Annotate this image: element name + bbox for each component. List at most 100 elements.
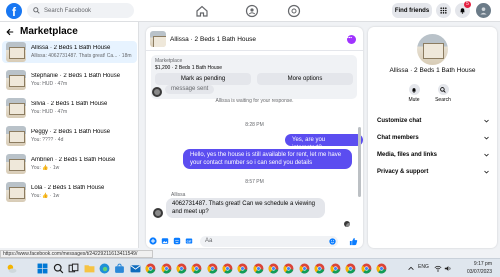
search-icon[interactable] <box>53 263 64 274</box>
chevron-down-icon <box>484 136 489 140</box>
conversation-item[interactable]: Allissa · 2 Beds 1 Bath House Allissa: 4… <box>2 41 137 63</box>
conversation-item[interactable]: Silvia · 2 Beds 1 Bath House You: HUD · … <box>2 97 137 119</box>
scrollbar[interactable] <box>358 127 361 197</box>
read-receipt-avatar <box>344 221 350 227</box>
language-indicator[interactable]: ENG <box>418 264 429 270</box>
chrome-icon[interactable] <box>361 263 372 274</box>
listing-thumbnail <box>6 42 26 62</box>
task-view-icon[interactable] <box>68 263 79 274</box>
message-bubble-incoming: 4062731487. Thats great! Can we schedule… <box>166 198 325 218</box>
gif-icon[interactable]: GIF <box>185 237 193 245</box>
timestamp: 8:57 PM <box>245 179 264 185</box>
conversation-preview: Allissa: 4062731487. Thats great! Ca... … <box>31 53 132 59</box>
conversation-item[interactable]: Stephanie · 2 Beds 1 Bath House You: HUD… <box>2 69 137 91</box>
sticker-icon[interactable] <box>173 237 181 245</box>
section-label: Privacy & support <box>377 169 429 175</box>
search-icon <box>33 7 40 14</box>
windows-taskbar: ENG 9:17 pm 03/07/2023 <box>0 258 500 277</box>
message-input[interactable]: Aa <box>200 236 338 247</box>
timestamp: 8:28 PM <box>245 122 264 128</box>
conversation-item[interactable]: Ambrien · 2 Beds 1 Bath House You: 👍 · 1… <box>2 153 137 175</box>
gaming-icon[interactable] <box>287 4 301 18</box>
facebook-logo[interactable]: f <box>6 3 22 19</box>
conversation-title: Ambrien · 2 Beds 1 Bath House <box>31 157 116 163</box>
mute-button[interactable]: Mute <box>399 84 429 103</box>
privacy-support-section[interactable]: Privacy & support <box>377 169 489 175</box>
conversation-item[interactable]: Peggy · 2 Beds 1 Bath House You: ???? · … <box>2 125 137 147</box>
search-input[interactable]: Search Facebook <box>27 3 134 18</box>
edge-icon[interactable] <box>99 263 110 274</box>
thumbs-up-icon[interactable] <box>349 237 358 246</box>
sender-avatar <box>152 87 162 97</box>
chat-info-button[interactable] <box>347 35 356 44</box>
groups-icon[interactable] <box>245 4 259 18</box>
chat-header: Allissa · 2 Beds 1 Bath House <box>146 27 363 51</box>
search-conversation-button[interactable]: Search <box>428 84 458 103</box>
more-dots-icon <box>347 36 352 39</box>
chrome-icon[interactable] <box>237 263 248 274</box>
conversation-preview: You: ???? · 4d <box>31 137 64 143</box>
chat-members-section[interactable]: Chat members <box>377 135 489 141</box>
chrome-icon[interactable] <box>207 263 218 274</box>
chrome-icon[interactable] <box>283 263 294 274</box>
waiting-notice: Allissa is waiting for your response. <box>215 98 294 104</box>
image-icon[interactable] <box>161 237 169 245</box>
chat-title[interactable]: Allissa · 2 Beds 1 Bath House <box>170 36 256 43</box>
chrome-icon[interactable] <box>253 263 264 274</box>
listing-thumbnail <box>6 70 26 90</box>
svg-text:GIF: GIF <box>187 239 192 243</box>
conversation-title: Silvia · 2 Beds 1 Bath House <box>31 101 108 107</box>
conversation-preview: You: HUD · 47m <box>31 81 68 87</box>
listing-thumbnail <box>6 98 26 118</box>
chrome-icon[interactable] <box>191 263 202 274</box>
more-options-button[interactable]: More options <box>257 73 353 85</box>
windows-start-icon[interactable] <box>37 263 48 274</box>
section-label: Customize chat <box>377 118 422 124</box>
chrome-icon[interactable] <box>299 263 310 274</box>
chrome-icon[interactable] <box>222 263 233 274</box>
store-icon[interactable] <box>114 263 125 274</box>
chrome-icon[interactable] <box>376 263 387 274</box>
plus-circle-icon[interactable] <box>149 237 157 245</box>
clock-time[interactable]: 9:17 pm <box>462 261 492 267</box>
chevron-down-icon <box>484 153 489 157</box>
chrome-icon[interactable] <box>145 263 156 274</box>
media-files-links-section[interactable]: Media, files and links <box>377 152 489 158</box>
conversation-preview: You: HUD · 47m <box>31 109 68 115</box>
home-icon[interactable] <box>195 4 209 18</box>
find-friends-button[interactable]: Find friends <box>392 3 432 18</box>
listing-thumbnail <box>6 126 26 146</box>
chevron-up-icon[interactable] <box>407 263 415 274</box>
profile-avatar[interactable] <box>476 3 491 18</box>
notification-badge: 5 <box>464 1 471 8</box>
sidebar-title: Marketplace <box>20 26 78 37</box>
conversation-details-panel: Allissa · 2 Beds 1 Bath House Mute Searc… <box>368 27 497 248</box>
chrome-icon[interactable] <box>345 263 356 274</box>
menu-button[interactable] <box>436 3 451 18</box>
message-bubble-outgoing: Hello, yes the house is still available … <box>183 149 352 169</box>
wifi-icon[interactable] <box>434 263 442 274</box>
section-label: Media, files and links <box>377 152 438 158</box>
search-icon <box>440 86 446 93</box>
mail-icon[interactable] <box>130 263 141 274</box>
chevron-down-icon <box>484 170 489 174</box>
search-placeholder: Search Facebook <box>44 7 92 14</box>
file-explorer-icon[interactable] <box>84 263 95 274</box>
user-icon <box>480 7 487 15</box>
conversation-title: Allissa · 2 Beds 1 Bath House <box>31 45 111 51</box>
weather-icon[interactable] <box>6 263 17 274</box>
mark-as-pending-button[interactable]: Mark as pending <box>155 73 251 85</box>
conversation-item[interactable]: Lola · 2 Beds 1 Bath House You: 👍 · 1w <box>2 181 137 203</box>
clock-date[interactable]: 03/07/2023 <box>460 269 492 275</box>
chrome-icon[interactable] <box>330 263 341 274</box>
chrome-icon[interactable] <box>268 263 279 274</box>
chrome-icon[interactable] <box>314 263 325 274</box>
conversation-title: Lola · 2 Beds 1 Bath House <box>31 185 105 191</box>
back-arrow-icon[interactable] <box>6 28 14 36</box>
chrome-icon[interactable] <box>161 263 172 274</box>
customize-chat-section[interactable]: Customize chat <box>377 118 489 124</box>
chrome-icon[interactable] <box>176 263 187 274</box>
emoji-icon[interactable] <box>329 238 336 245</box>
volume-icon[interactable] <box>444 263 452 274</box>
listing-price: $1,200 · 2 Beds 1 Bath House <box>155 65 222 71</box>
